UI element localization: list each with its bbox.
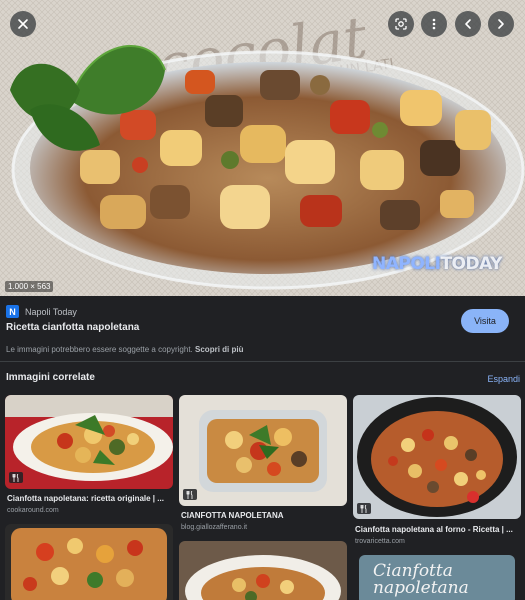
- site-favicon-icon: N: [6, 305, 19, 318]
- related-thumbnail: [5, 395, 173, 489]
- related-image-card[interactable]: [5, 524, 173, 600]
- more-options-button[interactable]: [421, 11, 447, 37]
- related-title: CIANFOTTA NAPOLETANA: [181, 511, 284, 520]
- learn-more-link[interactable]: Scopri di più: [195, 345, 243, 354]
- related-site: trovaricetta.com: [355, 538, 405, 545]
- related-thumbnail: Cianfotta napoletana: [359, 555, 515, 600]
- related-image-card[interactable]: [179, 541, 347, 600]
- lens-icon: [395, 18, 407, 30]
- related-images-heading: Immagini correlate: [6, 372, 95, 383]
- copyright-notice: Le immagini potrebbero essere soggette a…: [6, 345, 243, 354]
- related-thumbnail: [5, 524, 173, 600]
- related-site: cookaround.com: [7, 507, 59, 514]
- source-name: Napoli Today: [25, 306, 77, 317]
- visit-button[interactable]: Visita: [461, 309, 509, 333]
- previous-button[interactable]: [455, 11, 481, 37]
- image-watermark: NAPOLITODAY: [372, 254, 502, 274]
- related-image-card[interactable]: Cianfotta napoletana al forno - Ricetta …: [353, 395, 521, 550]
- video-badge: [357, 503, 371, 514]
- related-image-card[interactable]: CIANFOTTA NAPOLETANA blog.giallozafferan…: [179, 395, 347, 535]
- thumbnail-overlay-text: Cianfotta napoletana: [373, 561, 469, 598]
- related-thumbnail: [353, 395, 521, 519]
- fork-knife-icon: [12, 473, 19, 482]
- fork-knife-icon: [186, 490, 193, 499]
- video-badge: [183, 489, 197, 500]
- chevron-left-icon: [465, 19, 471, 29]
- source-link[interactable]: N Napoli Today: [6, 305, 77, 318]
- more-vert-icon: [432, 18, 436, 30]
- image-title[interactable]: Ricetta cianfotta napoletana: [6, 322, 139, 333]
- lens-search-button[interactable]: [388, 11, 414, 37]
- next-button[interactable]: [488, 11, 514, 37]
- video-badge: [9, 472, 23, 483]
- related-image-card[interactable]: Cianfotta napoletana: ricetta originale …: [5, 395, 173, 520]
- main-image-photo: ncocolat UN LATI: [0, 0, 525, 296]
- related-site: blog.giallozafferano.it: [181, 524, 248, 531]
- close-icon: [18, 19, 28, 29]
- related-thumbnail: [179, 541, 347, 600]
- expand-link[interactable]: Espandi: [487, 374, 520, 384]
- divider: [0, 361, 525, 362]
- related-thumbnail: [179, 395, 347, 506]
- related-image-card[interactable]: Cianfotta napoletana: [359, 555, 515, 600]
- related-title: Cianfotta napoletana: ricetta originale …: [7, 494, 164, 503]
- copyright-text: Le immagini potrebbero essere soggette a…: [6, 345, 193, 354]
- main-image[interactable]: ncocolat UN LATI: [0, 0, 525, 296]
- chevron-right-icon: [498, 19, 504, 29]
- fork-knife-icon: [360, 504, 367, 513]
- image-dimensions: 1.000 × 563: [5, 281, 54, 292]
- close-button[interactable]: [10, 11, 36, 37]
- related-title: Cianfotta napoletana al forno - Ricetta …: [355, 525, 513, 534]
